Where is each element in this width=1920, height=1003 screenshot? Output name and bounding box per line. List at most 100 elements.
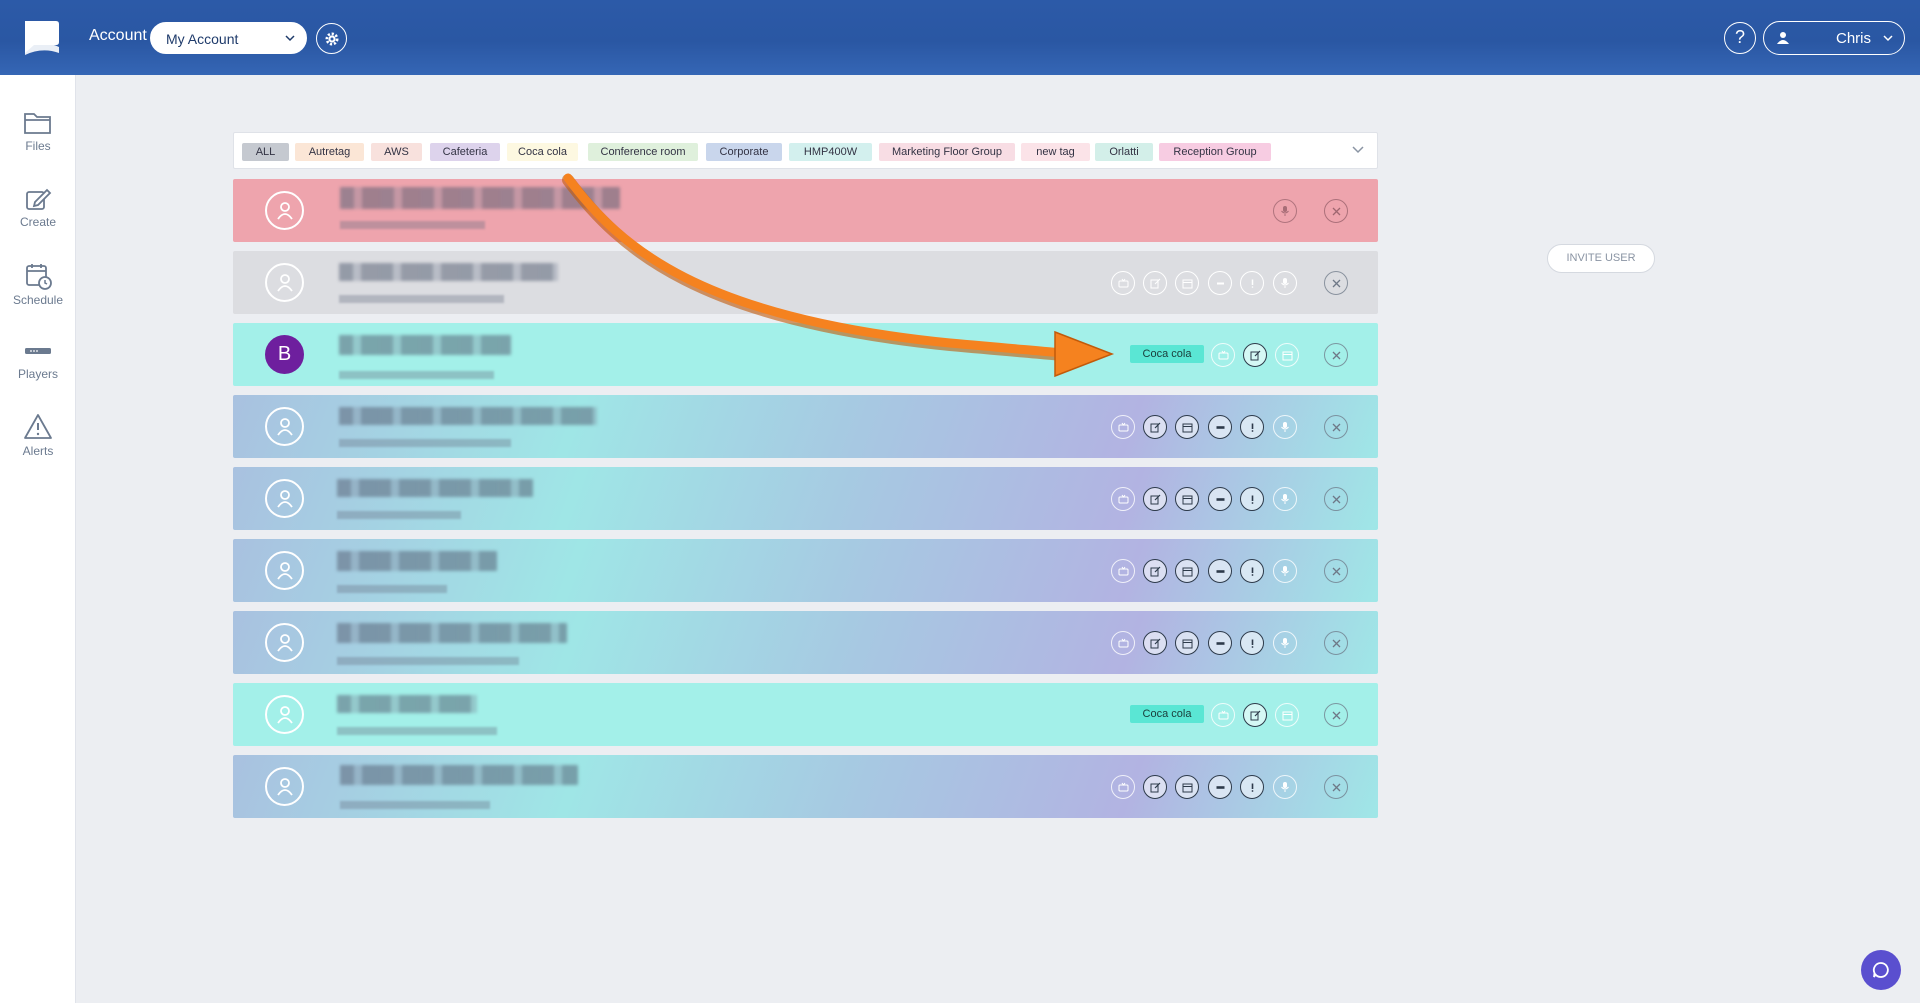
user-email-redacted [337, 657, 519, 665]
chevron-down-icon[interactable] [1351, 145, 1365, 155]
remove-user-button[interactable] [1324, 559, 1348, 583]
user-row[interactable]: B Coca cola [233, 323, 1378, 386]
mic-button[interactable] [1273, 775, 1297, 799]
schedule-button[interactable] [1175, 631, 1199, 655]
tag-cafeteria[interactable]: Cafeteria [430, 143, 500, 161]
mic-button[interactable] [1273, 271, 1297, 295]
user-row[interactable] [233, 611, 1378, 674]
edit-button[interactable] [1143, 271, 1167, 295]
alert-button[interactable] [1240, 271, 1264, 295]
tag-reception-group[interactable]: Reception Group [1159, 143, 1271, 161]
tag-new-tag[interactable]: new tag [1021, 143, 1090, 161]
tv-button[interactable] [1111, 415, 1135, 439]
tv-button[interactable] [1111, 487, 1135, 511]
tag-coca-cola[interactable]: Coca cola [507, 143, 578, 161]
alert-button[interactable] [1240, 775, 1264, 799]
user-email-redacted [337, 585, 447, 593]
edit-button[interactable] [1143, 487, 1167, 511]
disable-button[interactable] [1208, 271, 1232, 295]
alert-button[interactable] [1240, 631, 1264, 655]
edit-icon [1150, 566, 1160, 576]
minus-icon [1216, 569, 1224, 573]
remove-user-button[interactable] [1324, 775, 1348, 799]
user-row[interactable] [233, 539, 1378, 602]
app-logo[interactable] [22, 17, 62, 57]
tv-button[interactable] [1111, 775, 1135, 799]
mic-button[interactable] [1273, 415, 1297, 439]
disable-button[interactable] [1208, 415, 1232, 439]
remove-user-button[interactable] [1324, 343, 1348, 367]
edit-button[interactable] [1243, 343, 1267, 367]
schedule-button[interactable] [1175, 559, 1199, 583]
mic-button[interactable] [1273, 199, 1297, 223]
tv-button[interactable] [1111, 631, 1135, 655]
tag-orlatti[interactable]: Orlatti [1095, 143, 1153, 161]
tag-all[interactable]: ALL [242, 143, 289, 161]
calendar-clock-icon [26, 264, 52, 290]
sidebar-item-alerts[interactable]: Alerts [0, 413, 76, 479]
minus-icon [1216, 282, 1224, 284]
schedule-button[interactable] [1275, 703, 1299, 727]
tag-corporate[interactable]: Corporate [706, 143, 782, 161]
user-row[interactable] [233, 395, 1378, 458]
sidebar-item-players[interactable]: Players [0, 338, 76, 404]
mic-button[interactable] [1273, 487, 1297, 511]
edit-button[interactable] [1143, 775, 1167, 799]
edit-button[interactable] [1243, 703, 1267, 727]
alert-button[interactable] [1240, 487, 1264, 511]
remove-user-button[interactable] [1324, 271, 1348, 295]
alert-button[interactable] [1240, 415, 1264, 439]
schedule-button[interactable] [1175, 271, 1199, 295]
user-row[interactable] [233, 755, 1378, 818]
schedule-button[interactable] [1175, 415, 1199, 439]
sidebar-item-create[interactable]: Create [0, 186, 76, 252]
disable-button[interactable] [1208, 487, 1232, 511]
account-select[interactable]: My Account [150, 22, 307, 54]
microphone-icon [1281, 566, 1289, 576]
tag-marketing-floor-group[interactable]: Marketing Floor Group [879, 143, 1015, 161]
edit-icon [1150, 422, 1160, 432]
user-row[interactable] [233, 179, 1378, 242]
user-row[interactable] [233, 467, 1378, 530]
remove-user-button[interactable] [1324, 487, 1348, 511]
disable-button[interactable] [1208, 775, 1232, 799]
schedule-button[interactable] [1275, 343, 1299, 367]
user-row[interactable] [233, 251, 1378, 314]
edit-button[interactable] [1143, 631, 1167, 655]
minus-icon [1216, 497, 1224, 501]
user-name-redacted [337, 479, 533, 497]
schedule-button[interactable] [1175, 775, 1199, 799]
alert-button[interactable] [1240, 559, 1264, 583]
tv-button[interactable] [1111, 271, 1135, 295]
remove-user-button[interactable] [1324, 631, 1348, 655]
tag-autretag[interactable]: Autretag [295, 143, 364, 161]
sidebar-item-files[interactable]: Files [0, 110, 76, 176]
mic-button[interactable] [1273, 631, 1297, 655]
remove-user-button[interactable] [1324, 703, 1348, 727]
user-menu-button[interactable]: Chris [1763, 21, 1905, 55]
remove-user-button[interactable] [1324, 415, 1348, 439]
account-settings-button[interactable] [316, 23, 347, 54]
disable-button[interactable] [1208, 559, 1232, 583]
tv-button[interactable] [1211, 343, 1235, 367]
tag-conference-room[interactable]: Conference room [588, 143, 698, 161]
help-button[interactable]: ? [1724, 22, 1756, 54]
edit-button[interactable] [1143, 559, 1167, 583]
invite-user-button[interactable]: INVITE USER [1547, 244, 1655, 273]
sidebar-item-schedule[interactable]: Schedule [0, 262, 76, 328]
chat-button[interactable] [1861, 950, 1901, 990]
tv-icon [1218, 710, 1228, 720]
tag-hmp400w[interactable]: HMP400W [789, 143, 872, 161]
disable-button[interactable] [1208, 631, 1232, 655]
edit-button[interactable] [1143, 415, 1167, 439]
tv-button[interactable] [1111, 559, 1135, 583]
sidebar-item-label: Alerts [22, 444, 54, 458]
microphone-icon [1281, 422, 1289, 432]
mic-button[interactable] [1273, 559, 1297, 583]
tag-aws[interactable]: AWS [371, 143, 422, 161]
schedule-button[interactable] [1175, 487, 1199, 511]
user-row[interactable]: Coca cola [233, 683, 1378, 746]
remove-user-button[interactable] [1324, 199, 1348, 223]
tv-button[interactable] [1211, 703, 1235, 727]
gear-icon [325, 32, 338, 45]
